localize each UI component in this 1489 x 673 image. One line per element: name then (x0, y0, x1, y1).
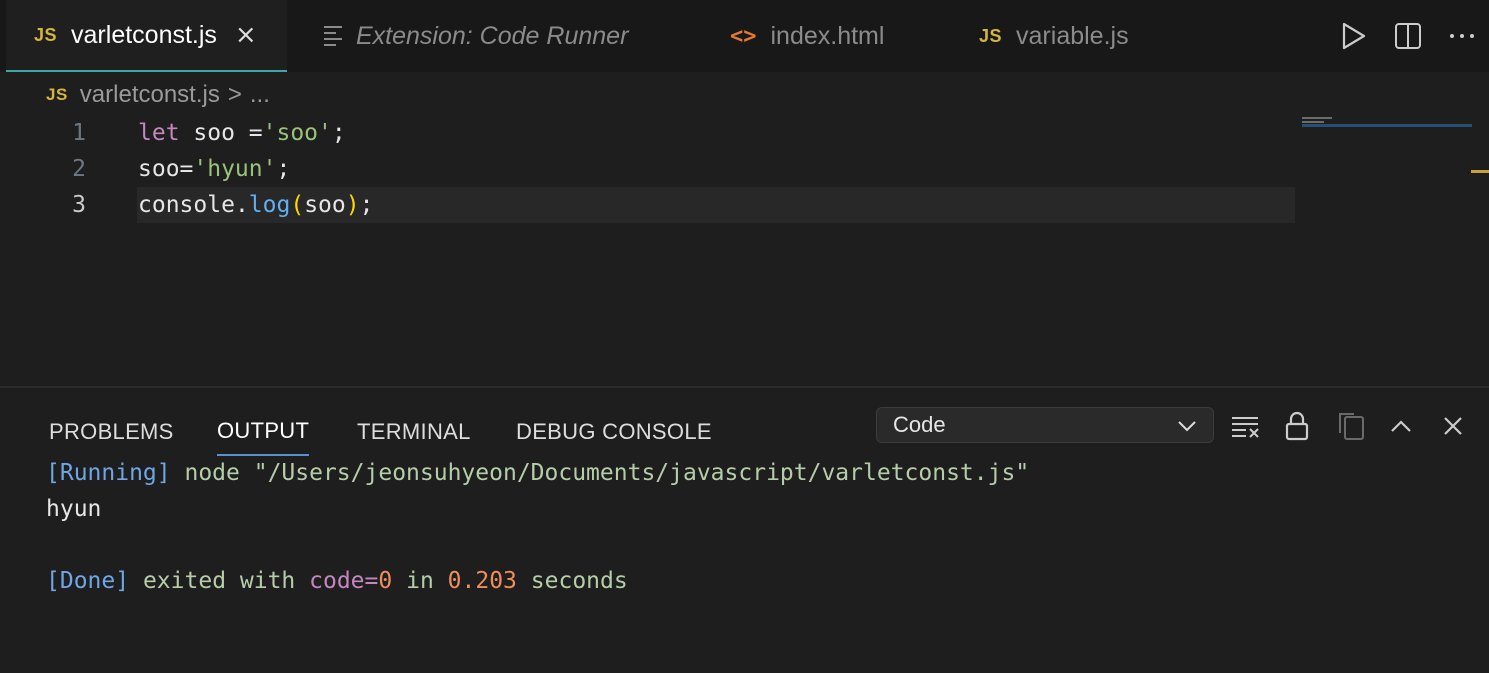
breadcrumb-more[interactable]: ... (250, 81, 270, 109)
code-line[interactable]: 1 let soo ='soo'; (0, 115, 1295, 151)
tab-index-html[interactable]: <> index.html (706, 0, 946, 72)
breadcrumb: JS varletconst.js > ... (46, 80, 270, 110)
code-line[interactable]: 2 soo='hyun'; (0, 151, 1295, 187)
tab-label: index.html (770, 21, 885, 50)
code-text: soo='hyun'; (138, 156, 290, 182)
token: 'hyun' (193, 156, 277, 182)
split-editor-icon[interactable] (1381, 16, 1435, 56)
running-tag: [Running] (46, 460, 171, 486)
done-tag: [Done] (46, 568, 130, 594)
bottom-panel: PROBLEMS OUTPUT TERMINAL DEBUG CONSOLE C… (0, 388, 1489, 673)
maximize-panel-icon[interactable] (1383, 408, 1419, 444)
token: ; (359, 192, 374, 218)
code-editor[interactable]: 1 let soo ='soo'; 2 soo='hyun'; 3 consol… (0, 115, 1300, 385)
output-line-done: [Done] exited with code=0 in 0.203 secon… (46, 568, 628, 594)
tab-extension-code-runner[interactable]: Extension: Code Runner (300, 0, 700, 72)
minimap[interactable] (1300, 115, 1472, 135)
seconds-text: seconds (530, 568, 628, 594)
editor-tab-bar: JS varletconst.js × Extension: Code Runn… (0, 0, 1489, 72)
token: soo= (138, 156, 194, 182)
token: log (248, 192, 291, 218)
token: soo = (179, 120, 263, 146)
tab-debug-console[interactable]: DEBUG CONSOLE (516, 408, 712, 456)
lock-icon[interactable] (1279, 408, 1315, 444)
token: console (138, 192, 235, 218)
code-line-current[interactable]: 3 console.log(soo); (0, 187, 1295, 223)
tab-varletconst-js[interactable]: JS varletconst.js × (6, 0, 287, 72)
close-panel-icon[interactable] (1435, 408, 1471, 444)
chevron-right-icon: > (227, 81, 242, 108)
token: . (234, 192, 249, 218)
copy-icon[interactable] (1333, 408, 1369, 444)
output-channel-value: Code (893, 412, 946, 437)
code-text: let soo ='soo'; (138, 120, 346, 146)
line-number: 2 (72, 156, 86, 182)
code-label: code= (309, 568, 379, 594)
js-file-icon: JS (34, 24, 58, 45)
tab-terminal[interactable]: TERMINAL (357, 408, 471, 456)
token: ; (331, 120, 346, 146)
token: let (138, 120, 180, 146)
tab-label: variable.js (1016, 21, 1129, 50)
token: ( (290, 192, 305, 218)
token: ) (345, 192, 360, 218)
minimap-line (1302, 117, 1332, 119)
js-file-icon: JS (46, 85, 68, 104)
tab-label: varletconst.js (71, 20, 217, 49)
clear-output-icon[interactable] (1227, 408, 1263, 444)
preview-icon (324, 26, 342, 46)
minimap-line (1302, 121, 1324, 123)
tab-label: Extension: Code Runner (356, 21, 629, 50)
chevron-down-icon (1177, 412, 1197, 438)
scrollbar-marker (1471, 170, 1489, 173)
more-actions-icon[interactable] (1435, 16, 1489, 56)
token: 'soo' (262, 120, 332, 146)
minimap-current-line (1302, 124, 1472, 127)
editor-actions (1327, 0, 1489, 72)
output-line-running: [Running] node "/Users/jeonsuhyeon/Docum… (46, 460, 1029, 486)
tab-output[interactable]: OUTPUT (217, 408, 310, 456)
run-icon[interactable] (1327, 16, 1381, 56)
run-command: node "/Users/jeonsuhyeon/Documents/javas… (184, 460, 1030, 486)
in-text: in (406, 568, 434, 594)
token: ; (276, 156, 291, 182)
output-channel-select[interactable]: Code (876, 407, 1214, 443)
breadcrumb-file[interactable]: varletconst.js (80, 81, 220, 109)
html-file-icon: <> (730, 23, 757, 49)
output-result: hyun (46, 496, 102, 522)
code-text: console.log(soo); (138, 192, 373, 218)
token: soo (304, 192, 346, 218)
exited-with-text: exited with (142, 568, 296, 594)
tab-problems[interactable]: PROBLEMS (49, 408, 174, 456)
line-number: 1 (72, 120, 86, 146)
close-icon[interactable]: × (235, 20, 257, 50)
line-number: 3 (72, 192, 86, 218)
exit-code-value: 0 (378, 568, 393, 594)
duration-value: 0.203 (447, 568, 517, 594)
tab-variable-js[interactable]: JS variable.js (955, 0, 1175, 72)
js-file-icon: JS (979, 25, 1003, 46)
